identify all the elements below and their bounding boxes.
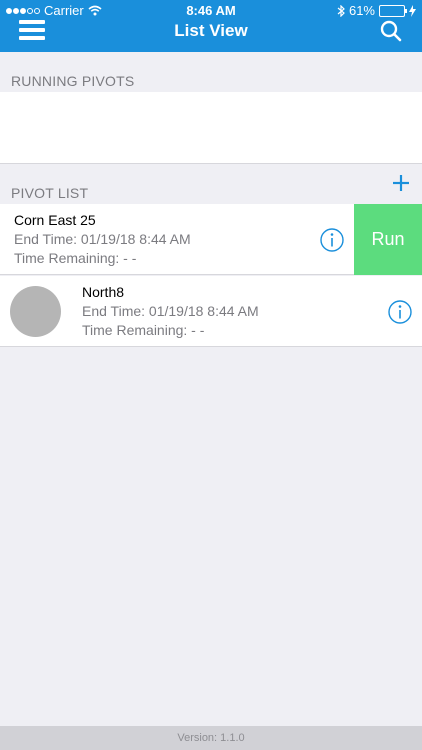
plus-icon[interactable] <box>390 172 412 194</box>
pivot-end-time: End Time: 01/19/18 8:44 AM <box>82 303 259 319</box>
pivot-name: North8 <box>82 284 125 300</box>
running-pivots-list <box>0 92 422 164</box>
running-pivots-header: RUNNING PIVOTS <box>11 73 135 89</box>
charging-icon <box>409 4 416 17</box>
pivot-row-corn-east-25[interactable]: Corn East 25 End Time: 01/19/18 8:44 AM … <box>0 204 422 275</box>
carrier-label: Carrier <box>44 3 84 18</box>
battery-percent: 61% <box>348 3 375 18</box>
version-footer: Version: 1.1.0 <box>0 726 422 750</box>
pivot-time-remaining: Time Remaining: - - <box>14 250 137 266</box>
pivot-details: Corn East 25 End Time: 01/19/18 8:44 AM … <box>14 211 191 268</box>
avatar <box>10 286 61 337</box>
run-button[interactable]: Run <box>354 204 422 275</box>
status-right: 61% <box>337 3 416 18</box>
status-left: Carrier <box>6 3 102 18</box>
pivot-details: North8 End Time: 01/19/18 8:44 AM Time R… <box>82 283 259 340</box>
nav-bar: Carrier 8:46 AM 61% List View <box>0 0 422 52</box>
status-bar: Carrier 8:46 AM 61% <box>0 0 422 22</box>
hamburger-menu-icon[interactable] <box>19 20 45 42</box>
pivot-row-north8[interactable]: North8 End Time: 01/19/18 8:44 AM Time R… <box>0 276 422 347</box>
info-icon[interactable] <box>388 300 412 324</box>
pivot-time-remaining: Time Remaining: - - <box>82 322 205 338</box>
battery-icon <box>379 4 407 17</box>
bluetooth-icon <box>337 4 345 17</box>
search-icon[interactable] <box>380 20 402 42</box>
signal-strength-icon <box>6 7 40 14</box>
page-title: List View <box>174 21 248 40</box>
pivot-name: Corn East 25 <box>14 212 96 228</box>
info-icon[interactable] <box>320 228 344 252</box>
pivot-list-header: PIVOT LIST <box>11 185 89 201</box>
wifi-icon <box>88 5 102 16</box>
pivot-end-time: End Time: 01/19/18 8:44 AM <box>14 231 191 247</box>
